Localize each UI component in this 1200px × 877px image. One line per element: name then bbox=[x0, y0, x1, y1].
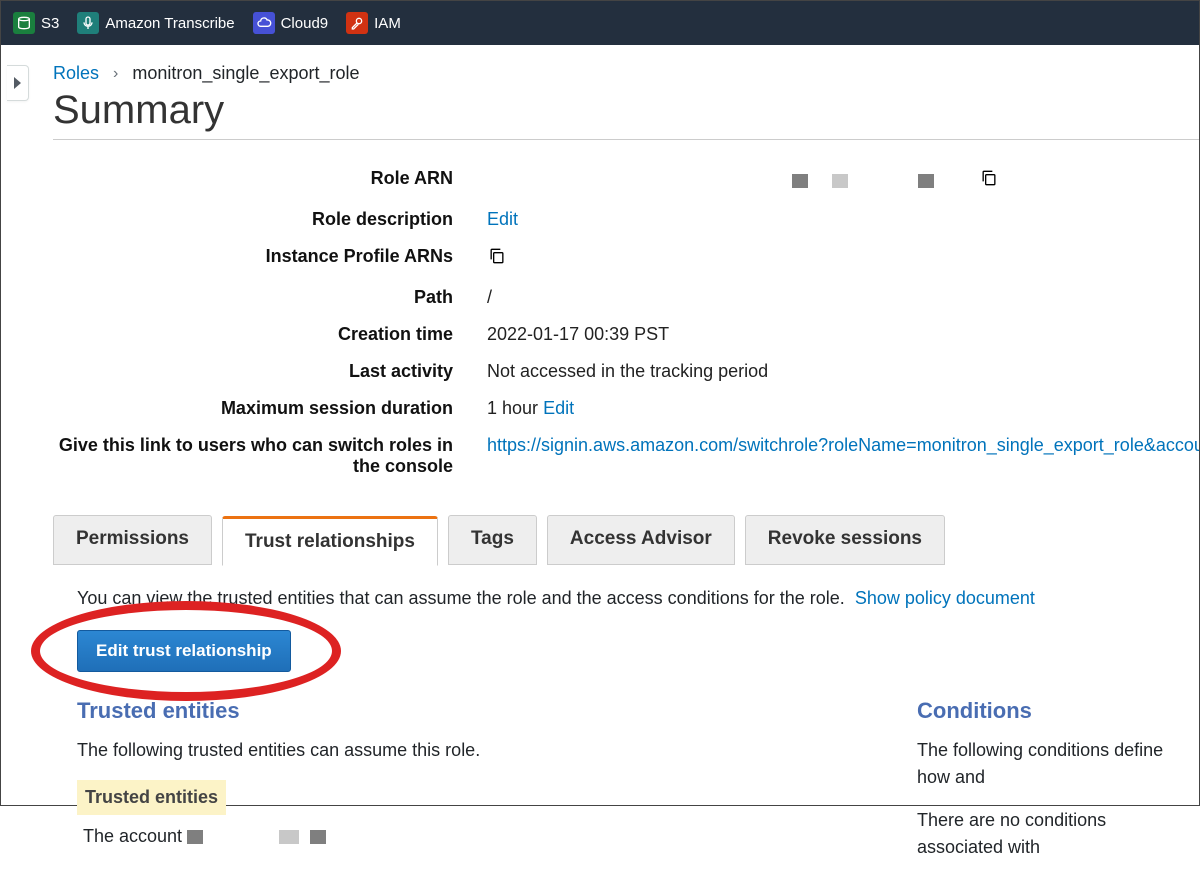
service-label: S3 bbox=[41, 15, 59, 32]
conditions-heading: Conditions bbox=[917, 694, 1175, 727]
service-label: Cloud9 bbox=[281, 15, 329, 32]
trust-intro-text: You can view the trusted entities that c… bbox=[77, 588, 845, 608]
redacted-block bbox=[832, 174, 848, 188]
edit-session-link[interactable]: Edit bbox=[543, 398, 574, 418]
breadcrumb-current: monitron_single_export_role bbox=[132, 63, 359, 84]
aws-service-bar: S3 Amazon Transcribe Cloud9 IAM bbox=[1, 1, 1199, 45]
copy-icon[interactable] bbox=[979, 168, 999, 193]
role-details: Role ARN Role description Edit Instance … bbox=[53, 168, 1199, 477]
last-activity-label: Last activity bbox=[53, 361, 453, 382]
conditions-desc: The following conditions define how and bbox=[917, 737, 1175, 791]
trusted-entities-table-header: Trusted entities bbox=[77, 780, 226, 815]
transcribe-icon bbox=[77, 12, 99, 34]
tab-bar: Permissions Trust relationships Tags Acc… bbox=[53, 515, 1199, 565]
role-arn-value bbox=[487, 168, 1199, 193]
max-session-value: 1 hour bbox=[487, 398, 538, 418]
switch-link-label: Give this link to users who can switch r… bbox=[53, 435, 453, 477]
trusted-entities-row: The account bbox=[77, 823, 837, 850]
page-title: Summary bbox=[53, 88, 1199, 140]
trusted-entities-heading: Trusted entities bbox=[77, 694, 837, 727]
tab-tags[interactable]: Tags bbox=[448, 515, 537, 565]
s3-icon bbox=[13, 12, 35, 34]
tab-revoke-sessions[interactable]: Revoke sessions bbox=[745, 515, 945, 565]
iam-icon bbox=[346, 12, 368, 34]
tab-permissions[interactable]: Permissions bbox=[53, 515, 212, 565]
role-description-label: Role description bbox=[53, 209, 453, 230]
redacted-block bbox=[279, 830, 299, 844]
switch-role-link[interactable]: https://signin.aws.amazon.com/switchrole… bbox=[487, 435, 1199, 455]
service-cloud9[interactable]: Cloud9 bbox=[253, 12, 329, 34]
creation-time-label: Creation time bbox=[53, 324, 453, 345]
conditions-empty: There are no conditions associated with bbox=[917, 807, 1175, 861]
trusted-entities-desc: The following trusted entities can assum… bbox=[77, 737, 837, 764]
path-value: / bbox=[487, 287, 1199, 308]
service-s3[interactable]: S3 bbox=[13, 12, 59, 34]
chevron-right-icon: › bbox=[113, 65, 118, 83]
trust-tab-body: You can view the trusted entities that c… bbox=[53, 585, 1199, 877]
edit-description-link[interactable]: Edit bbox=[487, 209, 518, 229]
service-iam[interactable]: IAM bbox=[346, 12, 401, 34]
redacted-block bbox=[918, 174, 934, 188]
redacted-block bbox=[187, 830, 203, 844]
tab-trust-relationships[interactable]: Trust relationships bbox=[222, 516, 438, 566]
tab-access-advisor[interactable]: Access Advisor bbox=[547, 515, 735, 565]
service-label: IAM bbox=[374, 15, 401, 32]
show-policy-link[interactable]: Show policy document bbox=[855, 588, 1035, 608]
cloud9-icon bbox=[253, 12, 275, 34]
max-session-label: Maximum session duration bbox=[53, 398, 453, 419]
path-label: Path bbox=[53, 287, 453, 308]
last-activity-value: Not accessed in the tracking period bbox=[487, 361, 1199, 382]
creation-time-value: 2022-01-17 00:39 PST bbox=[487, 324, 1199, 345]
role-arn-label: Role ARN bbox=[53, 168, 453, 193]
breadcrumb-roles-link[interactable]: Roles bbox=[53, 63, 99, 84]
redacted-block bbox=[792, 174, 808, 188]
breadcrumb: Roles › monitron_single_export_role bbox=[53, 63, 1199, 84]
edit-trust-relationship-button[interactable]: Edit trust relationship bbox=[77, 630, 291, 672]
instance-profile-label: Instance Profile ARNs bbox=[53, 246, 453, 271]
service-label: Amazon Transcribe bbox=[105, 15, 234, 32]
service-transcribe[interactable]: Amazon Transcribe bbox=[77, 12, 234, 34]
copy-icon[interactable] bbox=[487, 246, 507, 271]
redacted-block bbox=[310, 830, 326, 844]
